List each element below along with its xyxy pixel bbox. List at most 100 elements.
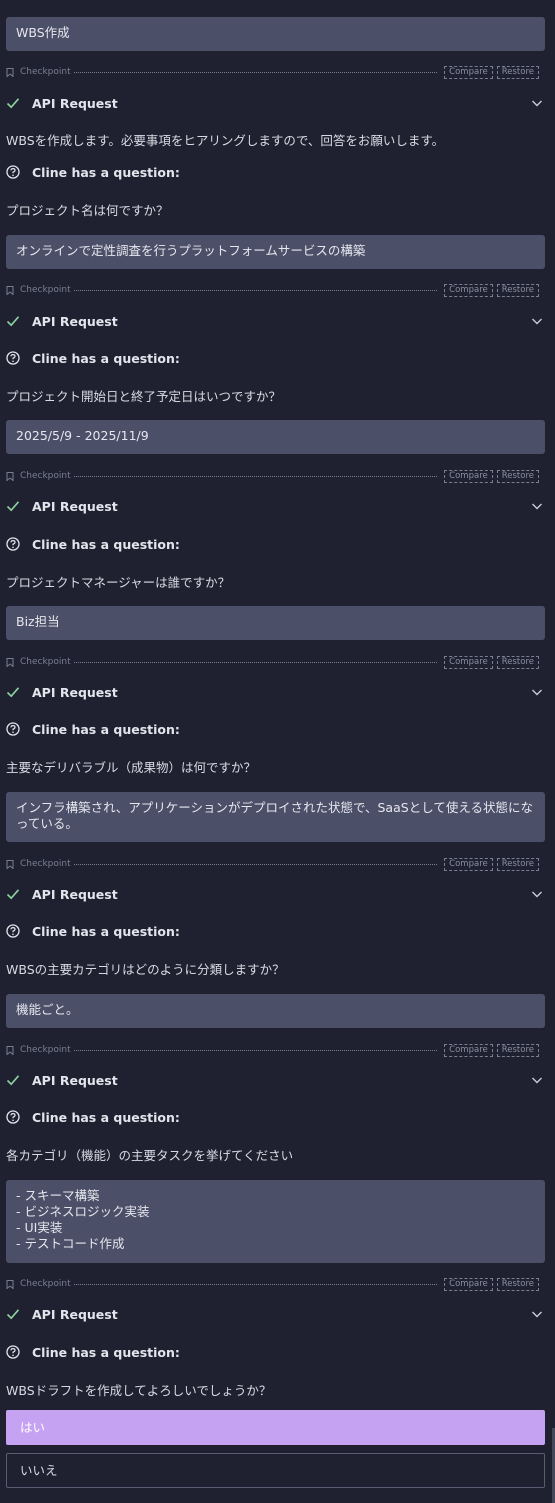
restore-button[interactable]: Restore: [496, 283, 539, 297]
compare-button[interactable]: Compare: [444, 469, 493, 483]
chevron-down-icon[interactable]: [531, 1308, 543, 1320]
question-label: Cline has a question:: [32, 350, 180, 366]
checkpoint-label: Checkpoint: [20, 1279, 71, 1289]
checkpoint-bar: Checkpoint Compare Restore: [6, 1043, 539, 1057]
question-label: Cline has a question:: [32, 923, 180, 939]
question-text: 主要なデリバラブル（成果物）は何ですか？: [6, 760, 257, 775]
question-label: Cline has a question:: [32, 536, 180, 552]
question-text: 各カテゴリ（機能）の主要タスクを挙げてください: [6, 1148, 294, 1163]
restore-button[interactable]: Restore: [496, 857, 539, 871]
option-no-button[interactable]: いいえ: [6, 1453, 545, 1488]
question-icon: [6, 924, 20, 938]
divider: [73, 1049, 438, 1051]
question-header: Cline has a question:: [6, 720, 180, 738]
checkpoint-bar: Checkpoint Compare Restore: [6, 283, 539, 297]
question-icon: [6, 165, 20, 179]
question-label: Cline has a question:: [32, 1109, 180, 1125]
user-message: - スキーマ構築 - ビジネスロジック実装 - UI実装 - テストコード作成: [6, 1180, 545, 1263]
checkpoint-label: Checkpoint: [20, 1045, 71, 1055]
user-message: Biz担当: [6, 606, 545, 640]
bookmark-icon: [6, 68, 14, 77]
checkpoint-label: Checkpoint: [20, 859, 71, 869]
divider: [73, 289, 438, 291]
api-request-row[interactable]: API Request: [6, 1071, 545, 1089]
question-icon: [6, 722, 20, 736]
api-request-row[interactable]: API Request: [6, 497, 545, 515]
question-label: Cline has a question:: [32, 1344, 180, 1360]
checkpoint-label: Checkpoint: [20, 657, 71, 667]
divider: [73, 475, 438, 477]
bookmark-icon: [6, 472, 14, 481]
api-request-label: API Request: [32, 95, 118, 111]
user-message: WBS作成: [6, 17, 545, 51]
api-request-row[interactable]: API Request: [6, 683, 545, 701]
api-request-label: API Request: [32, 313, 118, 329]
restore-button[interactable]: Restore: [496, 1277, 539, 1291]
compare-button[interactable]: Compare: [444, 65, 493, 79]
question-header: Cline has a question:: [6, 163, 180, 181]
chevron-down-icon[interactable]: [531, 500, 543, 512]
api-request-row[interactable]: API Request: [6, 94, 545, 112]
question-icon: [6, 537, 20, 551]
compare-button[interactable]: Compare: [444, 857, 493, 871]
restore-button[interactable]: Restore: [496, 1043, 539, 1057]
divider: [73, 1283, 438, 1285]
checkpoint-label: Checkpoint: [20, 471, 71, 481]
question-text: WBSドラフトを作成してよろしいでしょうか？: [6, 1383, 272, 1398]
chevron-down-icon[interactable]: [531, 315, 543, 327]
question-header: Cline has a question:: [6, 1108, 180, 1126]
assistant-text: WBSを作成します。必要事項をヒアリングしますので、回答をお願いします。: [6, 133, 445, 148]
user-message: 機能ごと。: [6, 994, 545, 1028]
chevron-down-icon[interactable]: [531, 97, 543, 109]
compare-button[interactable]: Compare: [444, 1043, 493, 1057]
bookmark-icon: [6, 1280, 14, 1289]
check-icon: [6, 685, 20, 699]
compare-button[interactable]: Compare: [444, 1277, 493, 1291]
question-icon: [6, 351, 20, 365]
chevron-down-icon[interactable]: [531, 1074, 543, 1086]
check-icon: [6, 1073, 20, 1087]
divider: [73, 863, 438, 865]
check-icon: [6, 314, 20, 328]
chevron-down-icon[interactable]: [531, 888, 543, 900]
question-header: Cline has a question:: [6, 1343, 180, 1361]
checkpoint-bar: Checkpoint Compare Restore: [6, 857, 539, 871]
checkpoint-bar: Checkpoint Compare Restore: [6, 469, 539, 483]
compare-button[interactable]: Compare: [444, 283, 493, 297]
compare-button[interactable]: Compare: [444, 655, 493, 669]
bookmark-icon: [6, 1046, 14, 1055]
user-message: 2025/5/9 - 2025/11/9: [6, 420, 545, 454]
question-text: WBSの主要カテゴリはどのように分類しますか？: [6, 962, 285, 977]
api-request-label: API Request: [32, 886, 118, 902]
check-icon: [6, 499, 20, 513]
api-request-label: API Request: [32, 684, 118, 700]
divider: [73, 661, 438, 663]
restore-button[interactable]: Restore: [496, 469, 539, 483]
api-request-label: API Request: [32, 498, 118, 514]
question-header: Cline has a question:: [6, 349, 180, 367]
api-request-row[interactable]: API Request: [6, 1305, 545, 1323]
api-request-row[interactable]: API Request: [6, 885, 545, 903]
option-yes-button[interactable]: はい: [6, 1410, 545, 1445]
bookmark-icon: [6, 286, 14, 295]
question-text: プロジェクトマネージャーは誰ですか？: [6, 575, 231, 590]
user-message: インフラ構築され、アプリケーションがデプロイされた状態で、SaaSとして使える状…: [6, 792, 545, 842]
bookmark-icon: [6, 860, 14, 869]
question-header: Cline has a question:: [6, 922, 180, 940]
question-text: プロジェクト名は何ですか？: [6, 203, 169, 218]
checkpoint-bar: Checkpoint Compare Restore: [6, 655, 539, 669]
api-request-label: API Request: [32, 1072, 118, 1088]
checkpoint-bar: Checkpoint Compare Restore: [6, 65, 539, 79]
question-label: Cline has a question:: [32, 721, 180, 737]
api-request-row[interactable]: API Request: [6, 312, 545, 330]
user-message: オンラインで定性調査を行うプラットフォームサービスの構築: [6, 235, 545, 269]
restore-button[interactable]: Restore: [496, 65, 539, 79]
api-request-label: API Request: [32, 1306, 118, 1322]
check-icon: [6, 96, 20, 110]
question-text: プロジェクト開始日と終了予定日はいつですか？: [6, 389, 282, 404]
divider: [73, 71, 438, 73]
chevron-down-icon[interactable]: [531, 686, 543, 698]
question-icon: [6, 1110, 20, 1124]
checkpoint-label: Checkpoint: [20, 285, 71, 295]
restore-button[interactable]: Restore: [496, 655, 539, 669]
